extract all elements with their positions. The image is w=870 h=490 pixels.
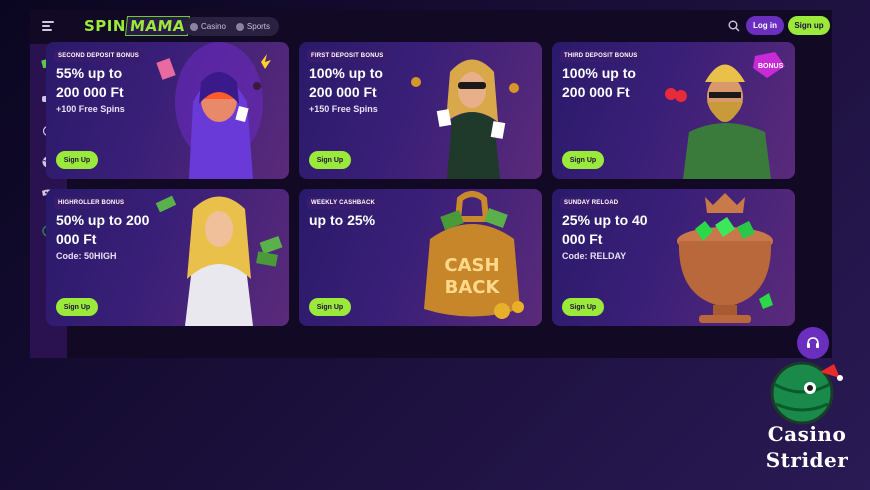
promo-signup-button[interactable]: Sign Up: [562, 298, 604, 316]
promo-signup-button[interactable]: Sign Up: [56, 298, 98, 316]
woman-in-white-illustration: [155, 195, 283, 326]
bonus-gem-text: BONUS: [758, 63, 784, 70]
promo-signup-button[interactable]: Sign Up: [562, 151, 604, 169]
nav-sports-label: Sports: [246, 22, 271, 31]
promo-headline-line1: 100% up to: [562, 65, 636, 81]
nav-casino[interactable]: Casino: [190, 22, 226, 31]
promo-headline-line1: up to 25%: [309, 212, 376, 228]
promo-signup-button[interactable]: Sign Up: [309, 151, 351, 169]
promo-headline-line2: 200 000 Ft: [562, 84, 630, 100]
promo-card-sunday-reload[interactable]: SUNDAY RELOAD 25% up to 40 000 Ft Code: R…: [552, 189, 795, 326]
promo-signup-button[interactable]: Sign Up: [56, 151, 98, 169]
promo-subtext: +150 Free Spins: [309, 104, 378, 114]
promo-headline: 50% up to 200 000 Ft: [56, 211, 186, 249]
promo-tag: FIRST DEPOSIT BONUS: [307, 50, 388, 62]
promo-cards-grid: SECOND DEPOSIT BONUS 55% up to 200 000 Ft…: [46, 42, 796, 332]
promo-headline: 100% up to 200 000 Ft: [309, 64, 439, 102]
urn-with-emeralds-illustration: [677, 193, 773, 323]
promo-card-weekly-cashback[interactable]: CASH BACK WEEKLY CASHBACK up to 25% Sign…: [299, 189, 542, 326]
promo-headline: up to 25%: [309, 211, 439, 230]
hamburger-menu-icon[interactable]: [42, 21, 54, 31]
main-nav: Casino Sports: [184, 17, 279, 36]
promo-headline-line1: 100% up to: [309, 65, 383, 81]
headset-icon: [807, 337, 819, 348]
promo-card-third-deposit[interactable]: BONUS THIRD DEPOSIT BONUS 100% up to 200 …: [552, 42, 795, 179]
casino-icon: [190, 22, 198, 31]
promo-tag: WEEKLY CASHBACK: [307, 197, 380, 209]
nav-casino-label: Casino: [201, 22, 226, 31]
watermark-line2: Strider: [765, 448, 849, 472]
cashback-art-text1: CASH: [444, 255, 499, 276]
promo-headline-line2: 200 000 Ft: [56, 84, 124, 100]
promo-headline-line1: 50% up to 200: [56, 212, 150, 228]
support-chat-button[interactable]: [797, 327, 829, 359]
sports-icon: [235, 22, 244, 31]
promo-tag: SUNDAY RELOAD: [560, 197, 623, 209]
search-icon[interactable]: [728, 20, 740, 32]
promo-headline-line2: 000 Ft: [56, 231, 97, 247]
bearded-man-illustration: BONUS: [665, 52, 785, 179]
promo-subtext: Code: 50HIGH: [56, 251, 117, 261]
top-header: SPIN MAMA Casino Sports Log in Sign up: [30, 10, 832, 44]
nav-sports[interactable]: Sports: [235, 22, 271, 31]
promo-subtext: +100 Free Spins: [56, 104, 125, 114]
promo-headline-line2: 200 000 Ft: [309, 84, 377, 100]
promo-card-highroller[interactable]: HIGHROLLER BONUS 50% up to 200 000 Ft Cod…: [46, 189, 289, 326]
logo-part-mama: MAMA: [124, 16, 191, 36]
signup-button[interactable]: Sign up: [788, 16, 830, 35]
promo-headline: 25% up to 40 000 Ft: [562, 211, 692, 249]
promo-tag: THIRD DEPOSIT BONUS: [560, 50, 642, 62]
cash-back-bag-illustration: CASH BACK: [424, 191, 524, 319]
promo-card-second-deposit[interactable]: SECOND DEPOSIT BONUS 55% up to 200 000 Ft…: [46, 42, 289, 179]
promo-headline-line1: 55% up to: [56, 65, 123, 81]
login-button[interactable]: Log in: [746, 16, 784, 35]
neon-hooded-woman-illustration: [156, 42, 271, 179]
watermark-line1: Casino: [767, 422, 847, 446]
woman-in-suit-illustration: [411, 59, 519, 179]
cashback-art-text2: BACK: [445, 277, 501, 298]
promo-card-first-deposit[interactable]: FIRST DEPOSIT BONUS 100% up to 200 000 Ft…: [299, 42, 542, 179]
promo-tag: SECOND DEPOSIT BONUS: [54, 50, 144, 62]
promo-headline: 55% up to 200 000 Ft: [56, 64, 186, 102]
promo-signup-button[interactable]: Sign Up: [309, 298, 351, 316]
promo-tag: HIGHROLLER BONUS: [54, 197, 129, 209]
spinmama-logo[interactable]: SPIN MAMA: [84, 16, 191, 36]
globe-logo-icon: [770, 361, 843, 425]
logo-part-spin: SPIN: [84, 17, 126, 35]
promo-subtext: Code: RELDAY: [562, 251, 627, 261]
casino-strider-watermark: Casino Strider: [752, 360, 862, 480]
promo-headline: 100% up to 200 000 Ft: [562, 64, 692, 102]
promo-headline-line1: 25% up to 40: [562, 212, 648, 228]
promo-headline-line2: 000 Ft: [562, 231, 603, 247]
